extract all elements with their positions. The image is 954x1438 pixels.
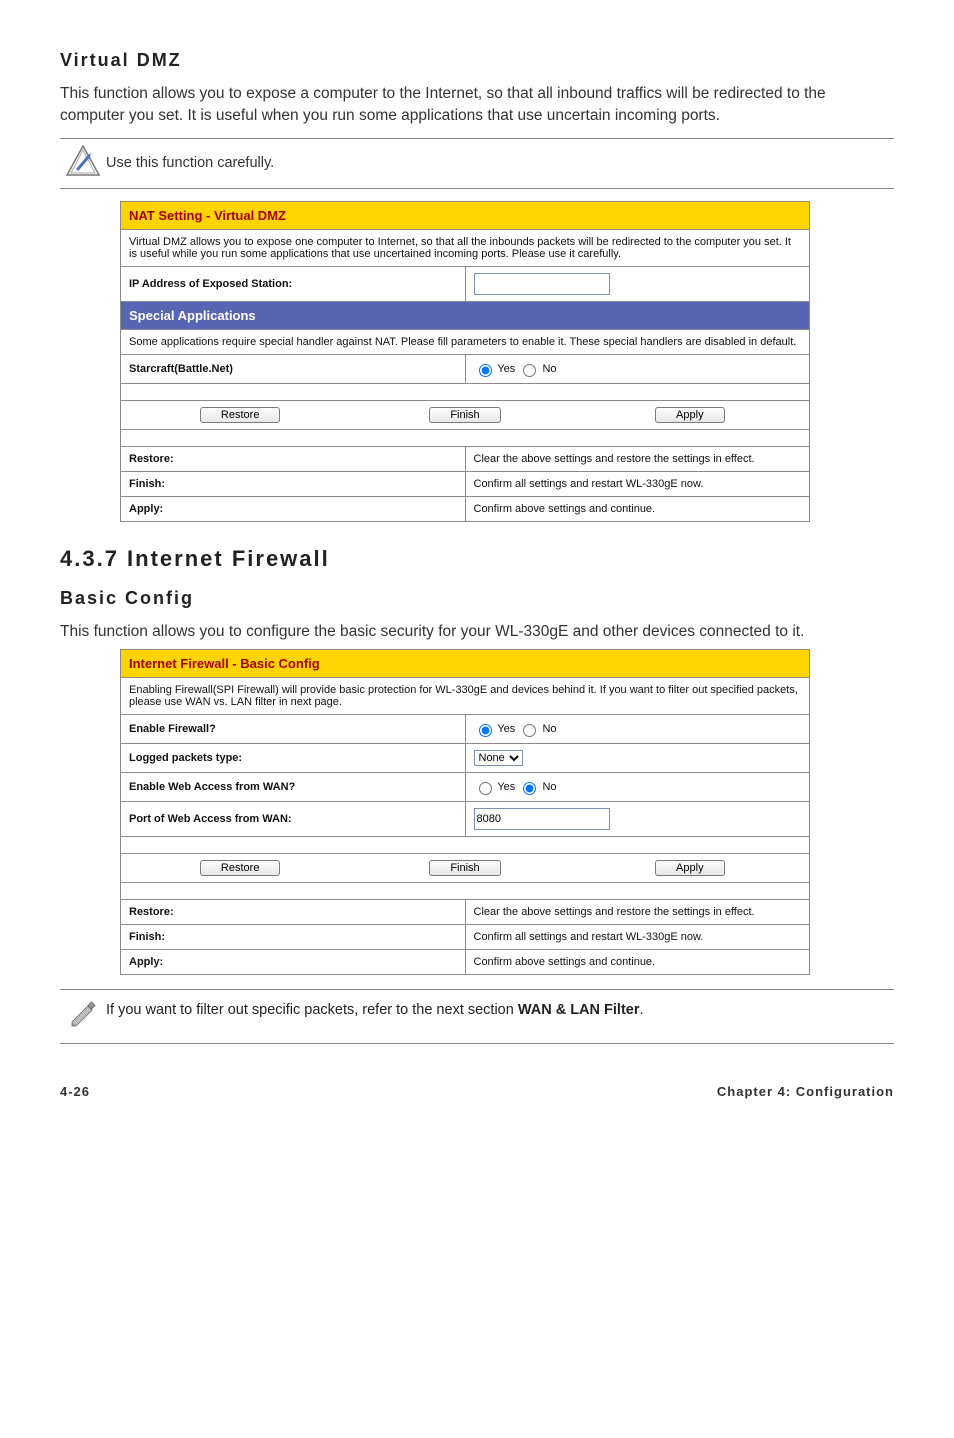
- enable-fw-yes-radio[interactable]: [479, 724, 492, 737]
- starcraft-yes-label: Yes: [497, 363, 515, 375]
- note-bold: WAN & LAN Filter: [518, 1002, 640, 1018]
- heading-basic-config: Basic Config: [60, 588, 894, 609]
- caution-text: Use this function carefully.: [106, 155, 274, 171]
- web-wan-no-label: No: [542, 781, 556, 793]
- def-finish-text-fw: Confirm all settings and restart WL-330g…: [465, 925, 810, 950]
- restore-button[interactable]: Restore: [200, 860, 281, 876]
- def-restore-label-fw: Restore:: [121, 900, 466, 925]
- panel-title-fw: Internet Firewall - Basic Config: [121, 650, 810, 678]
- note-text: If you want to filter out specific packe…: [106, 998, 644, 1022]
- apply-button[interactable]: Apply: [655, 407, 725, 423]
- note-prefix: If you want to filter out specific packe…: [106, 1002, 518, 1018]
- web-wan-yes-radio[interactable]: [479, 782, 492, 795]
- separator: [121, 883, 810, 900]
- def-finish-text: Confirm all settings and restart WL-330g…: [465, 471, 810, 496]
- finish-button[interactable]: Finish: [429, 407, 500, 423]
- enable-fw-no-label: No: [542, 723, 556, 735]
- label-logged-packets: Logged packets type:: [121, 744, 466, 773]
- panel-title-dmz: NAT Setting - Virtual DMZ: [121, 201, 810, 229]
- cell-logged-packets: None: [465, 744, 810, 773]
- heading-437-firewall: 4.3.7 Internet Firewall: [60, 546, 894, 572]
- starcraft-no-label: No: [542, 363, 556, 375]
- caution-icon: [60, 143, 106, 184]
- web-wan-no-radio[interactable]: [523, 782, 536, 795]
- web-wan-yes-label: Yes: [497, 781, 515, 793]
- finish-button[interactable]: Finish: [429, 860, 500, 876]
- def-apply-label: Apply:: [121, 496, 466, 521]
- footer-chapter: Chapter 4: Configuration: [717, 1084, 894, 1099]
- para-fw: This function allows you to configure th…: [60, 621, 894, 643]
- buttons-row-fw: Restore Finish Apply: [121, 854, 810, 883]
- separator: [121, 837, 810, 854]
- def-restore-label: Restore:: [121, 446, 466, 471]
- special-desc: Some applications require special handle…: [121, 329, 810, 354]
- starcraft-no-radio[interactable]: [523, 364, 536, 377]
- dmz-description: Virtual DMZ allows you to expose one com…: [121, 229, 810, 266]
- cell-starcraft-radio: Yes No: [465, 354, 810, 383]
- cell-ip-exposed: [465, 266, 810, 301]
- footer-page-number: 4-26: [60, 1084, 90, 1099]
- def-restore-text: Clear the above settings and restore the…: [465, 446, 810, 471]
- label-starcraft: Starcraft(Battle.Net): [121, 354, 466, 383]
- separator: [121, 429, 810, 446]
- pencil-icon: [60, 998, 106, 1035]
- def-apply-text: Confirm above settings and continue.: [465, 496, 810, 521]
- separator: [121, 383, 810, 400]
- para-dmz: This function allows you to expose a com…: [60, 83, 894, 128]
- def-apply-label-fw: Apply:: [121, 950, 466, 975]
- enable-fw-yes-label: Yes: [497, 723, 515, 735]
- ip-exposed-input[interactable]: [474, 273, 610, 295]
- enable-fw-no-radio[interactable]: [523, 724, 536, 737]
- buttons-row-dmz: Restore Finish Apply: [121, 400, 810, 429]
- page-footer: 4-26 Chapter 4: Configuration: [60, 1084, 894, 1099]
- panel-nat-dmz: NAT Setting - Virtual DMZ Virtual DMZ al…: [120, 201, 894, 522]
- caution-callout: Use this function carefully.: [60, 138, 894, 189]
- cell-port-wan: [465, 802, 810, 837]
- restore-button[interactable]: Restore: [200, 407, 281, 423]
- cell-web-wan: Yes No: [465, 773, 810, 802]
- def-finish-label: Finish:: [121, 471, 466, 496]
- logged-packets-select[interactable]: None: [474, 750, 523, 766]
- label-port-wan: Port of Web Access from WAN:: [121, 802, 466, 837]
- label-web-wan: Enable Web Access from WAN?: [121, 773, 466, 802]
- fw-description: Enabling Firewall(SPI Firewall) will pro…: [121, 678, 810, 715]
- note-callout: If you want to filter out specific packe…: [60, 989, 894, 1044]
- label-enable-fw: Enable Firewall?: [121, 715, 466, 744]
- starcraft-yes-radio[interactable]: [479, 364, 492, 377]
- label-ip-exposed: IP Address of Exposed Station:: [121, 266, 466, 301]
- cell-enable-fw: Yes No: [465, 715, 810, 744]
- heading-virtual-dmz: Virtual DMZ: [60, 50, 894, 71]
- def-restore-text-fw: Clear the above settings and restore the…: [465, 900, 810, 925]
- note-suffix: .: [639, 1002, 643, 1018]
- panel-firewall: Internet Firewall - Basic Config Enablin…: [120, 649, 894, 975]
- section-special-apps: Special Applications: [121, 301, 810, 329]
- def-finish-label-fw: Finish:: [121, 925, 466, 950]
- port-wan-input[interactable]: [474, 808, 610, 830]
- apply-button[interactable]: Apply: [655, 860, 725, 876]
- def-apply-text-fw: Confirm above settings and continue.: [465, 950, 810, 975]
